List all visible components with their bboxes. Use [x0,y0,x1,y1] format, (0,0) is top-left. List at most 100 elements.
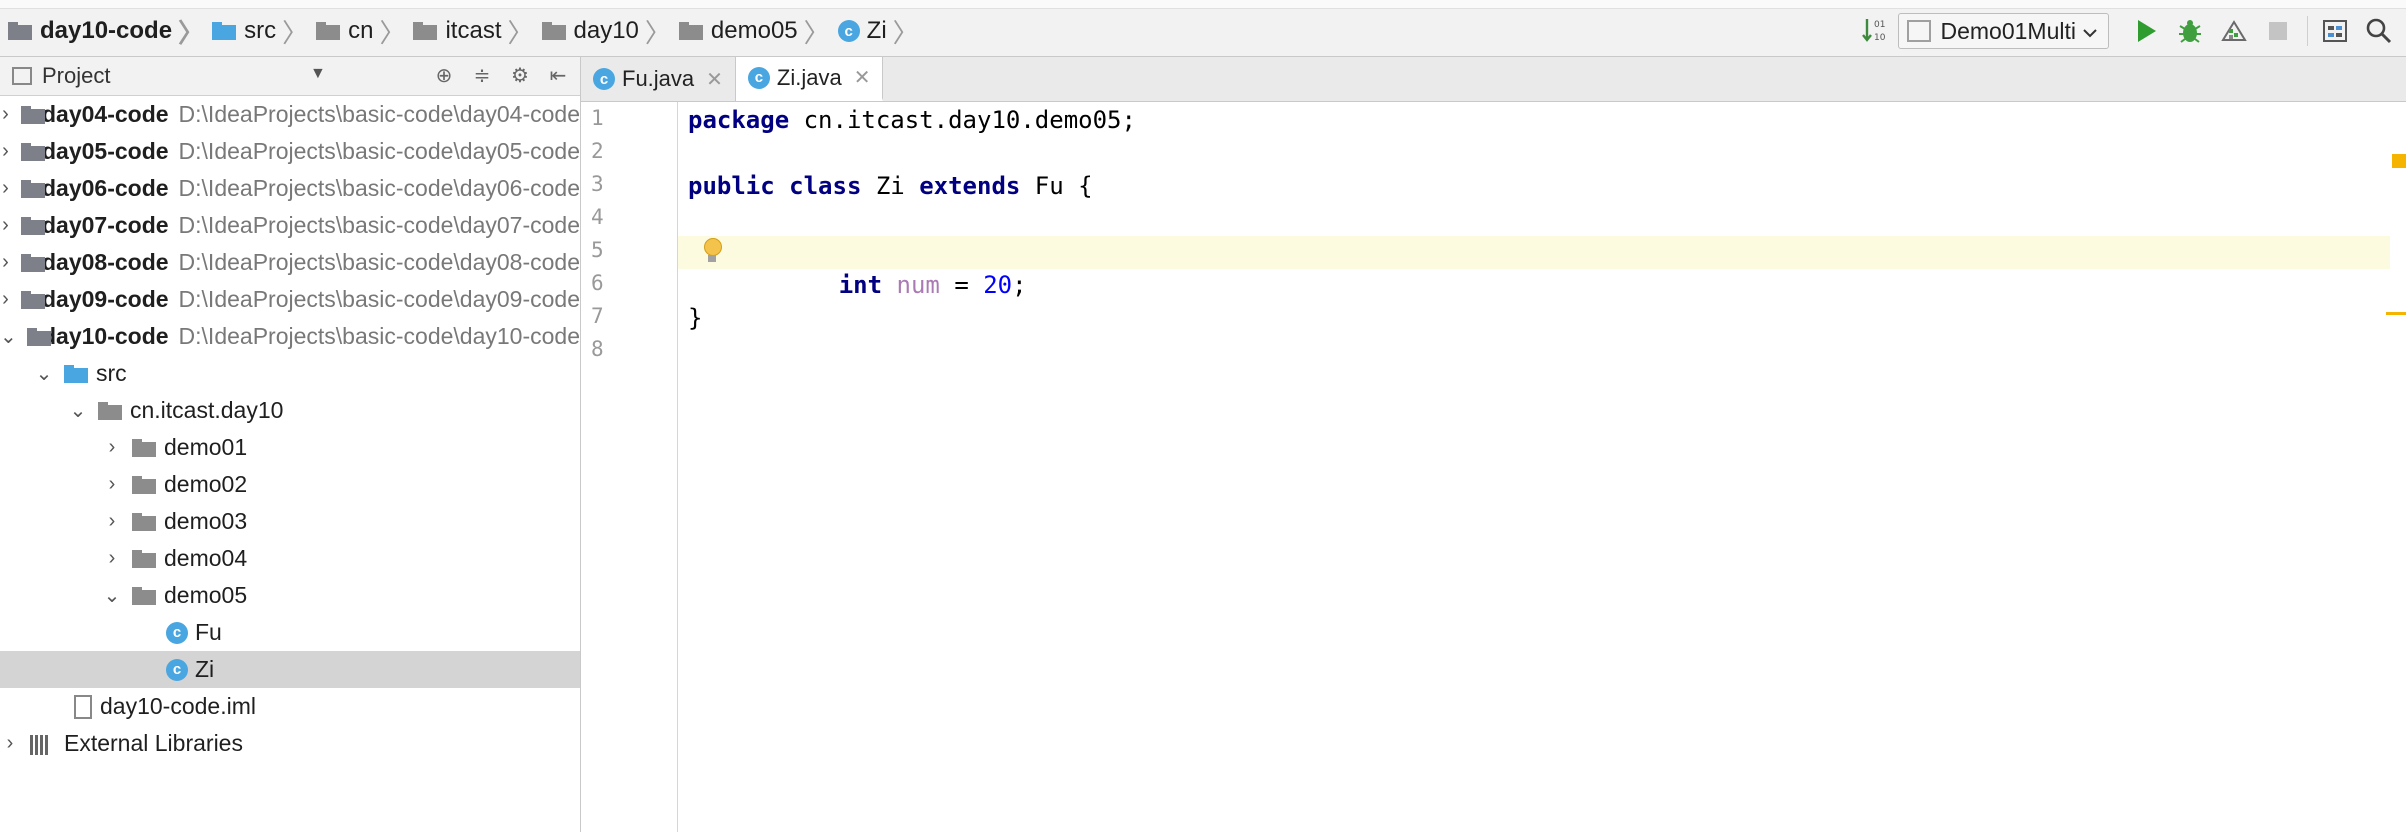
close-icon[interactable]: ✕ [706,67,723,92]
tree-row-src[interactable]: ⌄ src [0,355,580,392]
line-number-gutter: 1 2 3 4 5 6 7 8 [581,102,678,832]
project-pane-title[interactable]: Project [42,63,110,89]
gear-icon[interactable]: ⚙ [506,61,534,89]
chevron-right-icon: 〉 [892,17,919,48]
package-folder-icon [132,586,156,605]
tab-zi-java[interactable]: c Zi.java ✕ [735,57,884,101]
module-name: day09-code [41,286,169,312]
code-line-7[interactable]: } [678,302,2390,335]
hide-panel-icon[interactable]: ⇤ [544,61,572,89]
code-editor[interactable]: package cn.itcast.day10.demo05; public c… [678,102,2406,832]
breadcrumb-item-itcast[interactable]: itcast 〉 [413,13,541,50]
breadcrumb-item-day10[interactable]: day10 〉 [541,13,679,50]
chevron-right-icon[interactable]: › [0,140,11,163]
module-folder-icon [8,22,32,40]
code-line-5[interactable]: int num = 20; [678,236,2390,299]
locate-icon[interactable]: ⊕ [430,61,458,89]
tree-row-package[interactable]: › demo04 [0,540,580,577]
debug-icon[interactable] [2173,14,2207,48]
tree-row-package[interactable]: › demo01 [0,429,580,466]
tab-fu-java[interactable]: c Fu.java ✕ [581,57,736,101]
breadcrumb-item-zi[interactable]: c Zi 〉 [837,13,927,50]
code-line-3[interactable]: public class Zi extends Fu { [678,170,2390,203]
chevron-right-icon[interactable]: › [102,547,122,570]
chevron-right-icon[interactable]: › [0,732,20,755]
navigation-bar: day10-code 〉 src 〉 cn 〉 itcast 〉 day10 〉… [0,0,2406,57]
tree-row-package[interactable]: › demo02 [0,466,580,503]
chevron-down-icon[interactable]: ⌄ [68,398,88,423]
sort-icon[interactable]: 01 10 [1858,14,1892,48]
tree-row-package[interactable]: ⌄ cn.itcast.day10 [0,392,580,429]
tree-row-module[interactable]: › day07-code D:\IdeaProjects\basic-code\… [0,207,580,244]
chevron-down-icon[interactable]: ▼ [310,65,326,83]
module-path: D:\IdeaProjects\basic-code\day10-code [178,323,580,349]
breadcrumb-item-day10-code[interactable]: day10-code 〉 [8,13,212,50]
tree-row-module[interactable]: › day09-code D:\IdeaProjects\basic-code\… [0,281,580,318]
chevron-right-icon[interactable]: › [0,251,11,274]
breadcrumb-item-demo05[interactable]: demo05 〉 [678,13,838,50]
line-number: 1 [591,106,604,130]
editor-tabs: c Fu.java ✕ c Zi.java ✕ [581,57,2406,102]
tree-label: Fu [195,619,222,645]
package-folder-icon [132,512,156,531]
chevron-right-icon[interactable]: › [0,214,11,237]
module-name: day07-code [41,212,169,238]
coverage-icon[interactable] [2217,14,2251,48]
warning-stripe[interactable] [2386,312,2406,315]
tree-row-package[interactable]: › demo03 [0,503,580,540]
code-line-1[interactable]: package cn.itcast.day10.demo05; [678,104,2390,137]
chevron-down-icon[interactable]: ⌄ [0,324,17,349]
run-configuration-select[interactable]: Demo01Multi [1897,13,2109,49]
warning-marker[interactable] [2392,154,2406,168]
module-name: day04-code [41,101,169,127]
stop-icon[interactable] [2261,14,2295,48]
collapse-all-icon[interactable]: ≑ [468,61,496,89]
run-icon[interactable] [2129,14,2163,48]
breadcrumb-item-src[interactable]: src 〉 [212,13,316,50]
tree-row-class[interactable]: › c Fu [0,614,580,651]
code-text: Zi [861,172,920,200]
code-text: cn.itcast.day10.demo05; [789,106,1136,134]
lightbulb-icon[interactable] [702,238,722,264]
chevron-down-icon [2082,18,2098,45]
tree-row-module-expanded[interactable]: ⌄ day10-code D:\IdeaProjects\basic-code\… [0,318,580,355]
chevron-right-icon[interactable]: › [102,510,122,533]
tree-row-external-libraries[interactable]: › External Libraries [0,725,580,762]
project-structure-icon[interactable] [2318,14,2352,48]
tree-row-package-expanded[interactable]: ⌄ demo05 [0,577,580,614]
field-name: num [896,271,940,299]
breadcrumb-item-cn[interactable]: cn 〉 [316,13,413,50]
breadcrumb-label: demo05 [710,17,798,44]
chevron-right-icon[interactable]: › [0,288,11,311]
chevron-right-icon: 〉 [282,17,309,48]
chevron-right-icon[interactable]: › [0,177,11,200]
search-icon[interactable] [2362,14,2396,48]
tree-row-module[interactable]: › day06-code D:\IdeaProjects\basic-code\… [0,170,580,207]
chevron-down-icon[interactable]: ⌄ [102,583,122,608]
package-folder-icon [132,549,156,568]
package-folder-icon [678,22,703,40]
chevron-down-icon[interactable]: ⌄ [34,361,54,386]
tree-label: src [96,360,127,386]
close-icon[interactable]: ✕ [854,65,871,90]
tree-label: demo01 [164,434,248,460]
chevron-right-icon[interactable]: › [102,473,122,496]
tree-row-module[interactable]: › day08-code D:\IdeaProjects\basic-code\… [0,244,580,281]
tree-row-iml[interactable]: › day10-code.iml [0,688,580,725]
module-path: D:\IdeaProjects\basic-code\day05-code [178,138,580,164]
tree-label: day10-code.iml [100,693,256,719]
java-class-icon: c [166,621,188,644]
number-literal: 20 [983,271,1013,299]
tree-row-module[interactable]: › day05-code D:\IdeaProjects\basic-code\… [0,133,580,170]
module-folder-icon [20,179,46,198]
code-text: Fu { [1020,172,1093,200]
project-pane-tools: ⊕ ≑ ⚙ ⇤ [420,61,572,89]
module-folder-icon [26,327,52,346]
tree-row-module[interactable]: › day04-code D:\IdeaProjects\basic-code\… [0,96,580,133]
tree-row-class-selected[interactable]: › c Zi [0,651,580,688]
code-text: } [688,304,703,332]
chevron-right-icon[interactable]: › [102,436,122,459]
tab-label: Fu.java [622,66,695,91]
package-folder-icon [541,22,566,40]
chevron-right-icon[interactable]: › [0,103,11,126]
